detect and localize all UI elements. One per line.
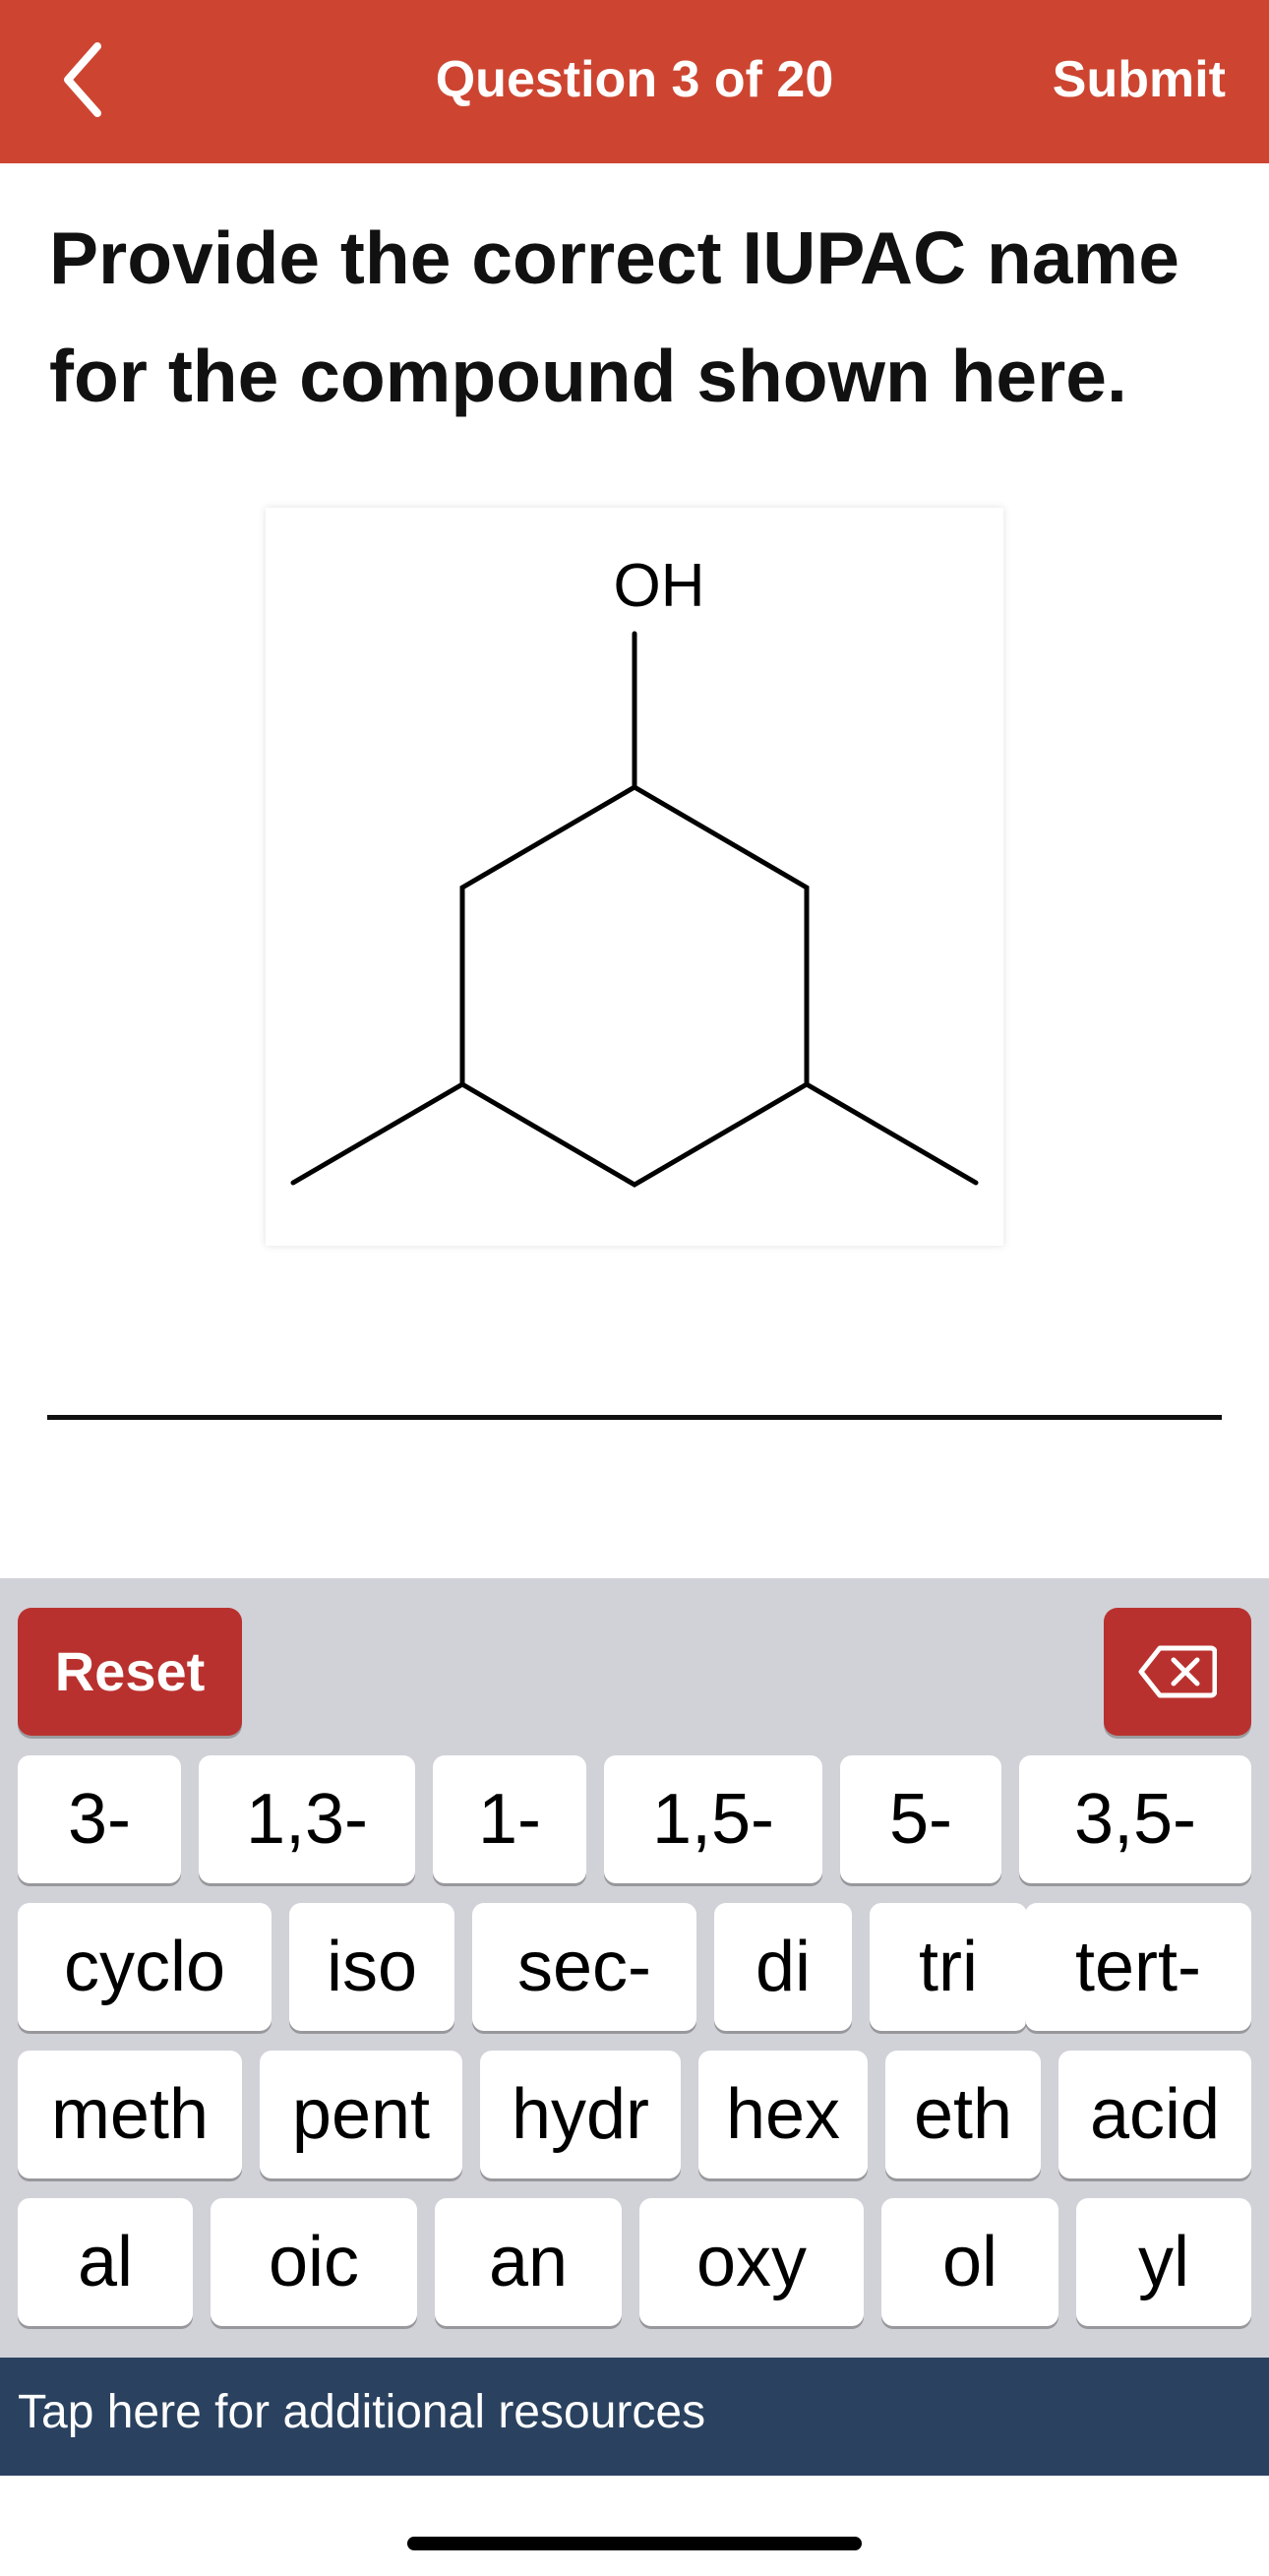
answer-field[interactable]: [47, 1415, 1222, 1420]
key-acid[interactable]: acid: [1058, 2051, 1251, 2178]
additional-resources-bar[interactable]: Tap here for additional resources: [0, 2358, 1269, 2476]
key-3-5[interactable]: 3,5-: [1019, 1755, 1251, 1883]
key-yl[interactable]: yl: [1076, 2198, 1251, 2326]
key-5[interactable]: 5-: [840, 1755, 1001, 1883]
key-oic[interactable]: oic: [211, 2198, 417, 2326]
key-pent[interactable]: pent: [260, 2051, 462, 2178]
key-an[interactable]: an: [435, 2198, 622, 2326]
backspace-button[interactable]: [1104, 1608, 1251, 1736]
key-tert[interactable]: tert-: [1025, 1903, 1251, 2031]
key-ol[interactable]: ol: [881, 2198, 1058, 2326]
key-3[interactable]: 3-: [18, 1755, 181, 1883]
key-hydr[interactable]: hydr: [480, 2051, 681, 2178]
additional-resources-label: Tap here for additional resources: [18, 2386, 706, 2438]
key-meth[interactable]: meth: [18, 2051, 242, 2178]
key-di[interactable]: di: [714, 1903, 852, 2031]
key-iso[interactable]: iso: [289, 1903, 454, 2031]
question-prompt: Provide the correct IUPAC name for the c…: [49, 216, 1179, 417]
key-al[interactable]: al: [18, 2198, 193, 2326]
key-tri[interactable]: tri: [870, 1903, 1027, 2031]
key-hex[interactable]: hex: [698, 2051, 868, 2178]
key-oxy[interactable]: oxy: [639, 2198, 864, 2326]
key-sec[interactable]: sec-: [472, 1903, 696, 2031]
key-1[interactable]: 1-: [433, 1755, 586, 1883]
backspace-icon: [1138, 1645, 1217, 1698]
structure-image: OH: [266, 508, 1003, 1246]
submit-button[interactable]: Submit: [1053, 47, 1226, 112]
home-indicator[interactable]: [407, 2537, 862, 2550]
reset-button[interactable]: Reset: [18, 1608, 242, 1736]
top-bar: Question 3 of 20 Submit: [0, 0, 1269, 163]
key-cyclo[interactable]: cyclo: [18, 1903, 272, 2031]
key-1-5[interactable]: 1,5-: [604, 1755, 822, 1883]
key-eth[interactable]: eth: [885, 2051, 1041, 2178]
structure-oh-label: OH: [614, 552, 705, 620]
key-1-3[interactable]: 1,3-: [199, 1755, 415, 1883]
